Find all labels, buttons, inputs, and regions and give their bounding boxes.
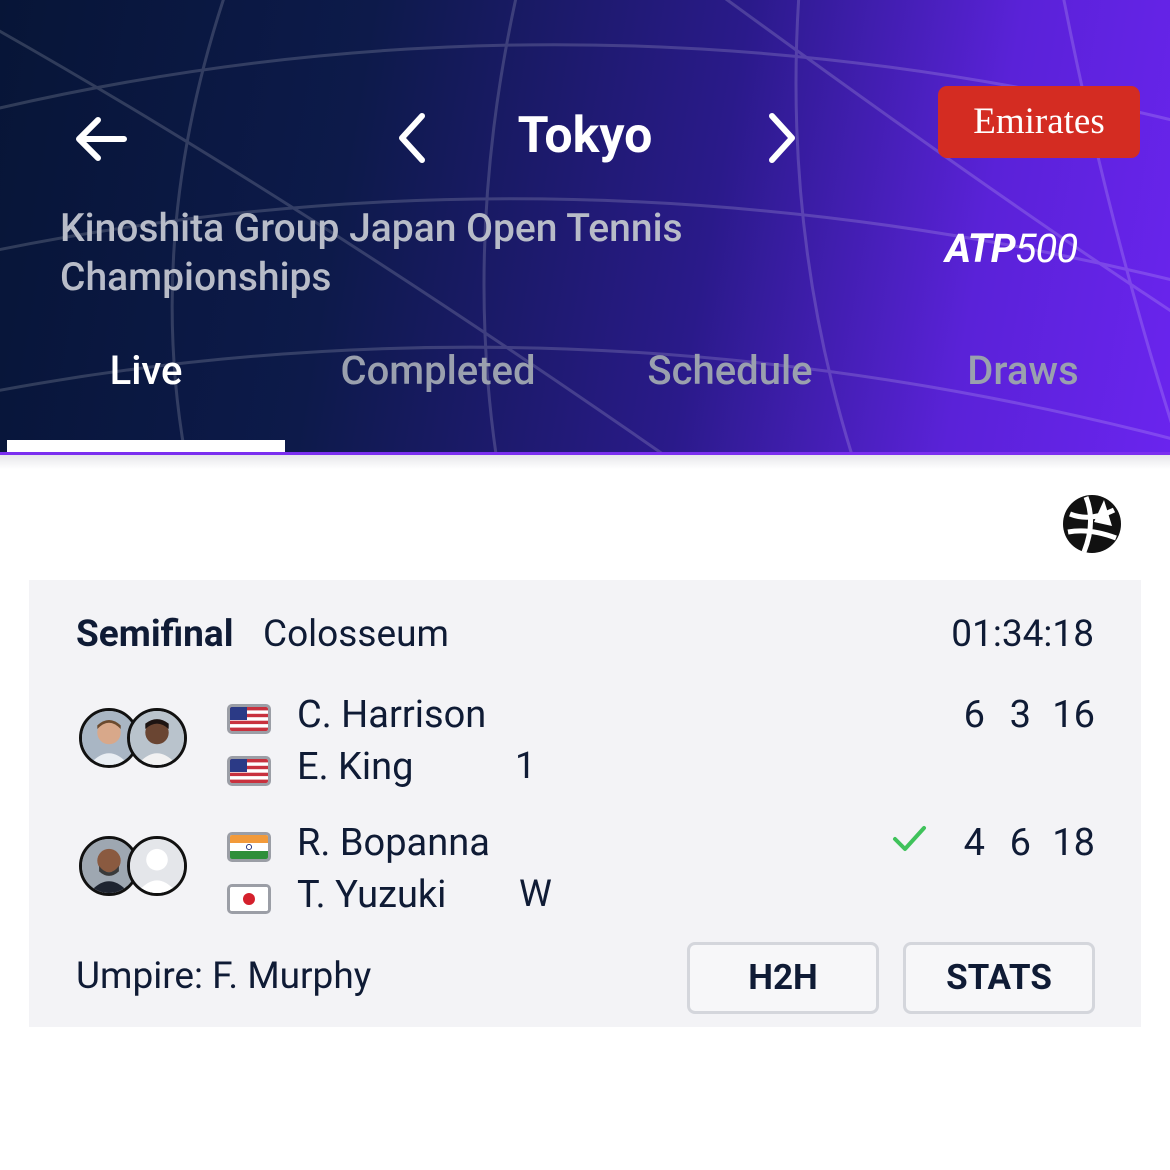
set-score: 3 — [1009, 693, 1031, 737]
stats-button[interactable]: STATS — [903, 942, 1095, 1014]
match-duration: 01:34:18 — [951, 613, 1094, 656]
player-name[interactable]: T. Yuzuki — [297, 872, 446, 918]
set-score: 6 — [1009, 821, 1031, 865]
set-score: 6 — [963, 693, 985, 737]
tab-live[interactable]: Live — [7, 330, 285, 412]
tournament-name: Kinoshita Group Japan Open Tennis Champi… — [60, 205, 683, 300]
set-score: 4 — [963, 821, 985, 865]
atp-500-logo: ATP500 — [945, 225, 1121, 273]
tab-completed[interactable]: Completed — [292, 330, 584, 412]
us-flag-icon — [227, 704, 271, 734]
h2h-button[interactable]: H2H — [687, 942, 879, 1014]
match-round: Semifinal — [76, 613, 234, 656]
header-shadow — [0, 455, 1170, 469]
us-flag-icon — [227, 756, 271, 786]
team-seed: W — [519, 873, 552, 916]
next-tournament-chevron-icon[interactable] — [760, 110, 802, 166]
umpire-label: Umpire: F. Murphy — [76, 955, 372, 998]
hawk-eye-logo-icon — [1060, 492, 1124, 556]
tab-bar: Live Completed Schedule Draws — [0, 330, 1170, 412]
back-arrow-icon[interactable] — [70, 108, 132, 170]
player-avatar — [127, 708, 187, 768]
player-name[interactable]: E. King — [297, 744, 413, 790]
sponsor-logo: Emirates — [938, 86, 1140, 158]
set-score: 18 — [1052, 821, 1095, 865]
winner-checkmark-icon — [891, 822, 927, 854]
tab-schedule[interactable]: Schedule — [584, 330, 876, 412]
team-seed: 1 — [515, 745, 536, 788]
placeholder-avatar-icon — [127, 836, 187, 896]
match-court: Colosseum — [263, 613, 449, 656]
india-flag-icon — [227, 832, 271, 862]
tournament-header: Tokyo Emirates Kinoshita Group Japan Ope… — [0, 0, 1170, 455]
atp-logo-number: 500 — [1014, 225, 1078, 272]
set-score: 16 — [1052, 693, 1095, 737]
tournament-city-title: Tokyo — [517, 107, 653, 165]
player-name[interactable]: R. Bopanna — [297, 820, 490, 866]
japan-flag-icon — [227, 884, 271, 914]
player-name[interactable]: C. Harrison — [297, 692, 486, 738]
previous-tournament-chevron-icon[interactable] — [392, 110, 434, 166]
tab-draws[interactable]: Draws — [876, 330, 1170, 412]
match-card[interactable]: Semifinal Colosseum 01:34:18 C. Harrison — [29, 580, 1141, 1027]
active-tab-indicator — [7, 440, 285, 452]
atp-logo-prefix: ATP — [945, 225, 1016, 272]
